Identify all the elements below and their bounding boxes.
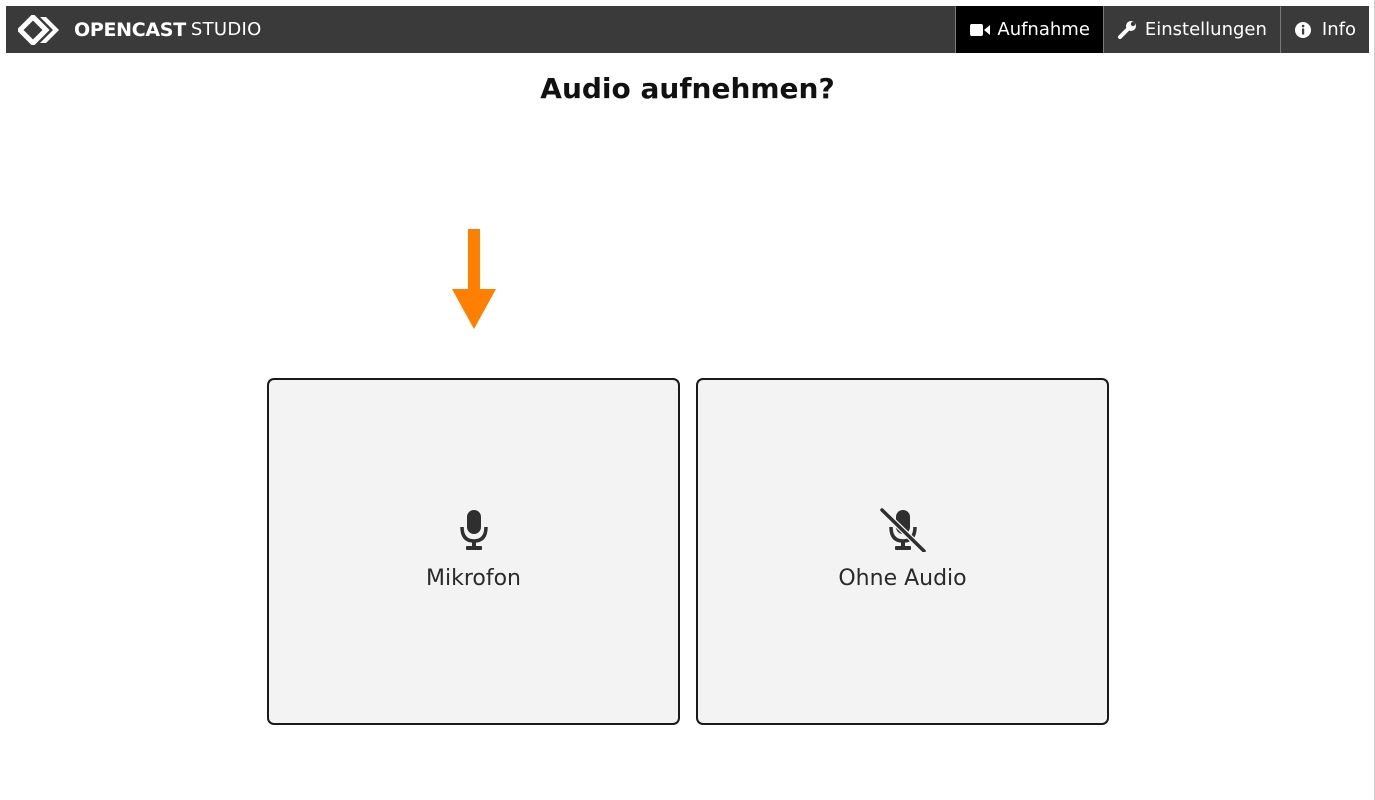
orange-down-arrow xyxy=(452,229,496,329)
option-mikrofon-button[interactable]: Mikrofon xyxy=(267,378,680,725)
brand[interactable]: OPENCAST STUDIO xyxy=(6,6,262,53)
nav-aufnahme[interactable]: Aufnahme xyxy=(955,6,1103,53)
app-window: OPENCAST STUDIO Aufnahme Einstellungen I… xyxy=(6,0,1375,800)
main-nav: Aufnahme Einstellungen Info xyxy=(955,6,1369,53)
brand-name: OPENCAST xyxy=(74,18,186,41)
opencast-logo-icon xyxy=(18,14,59,45)
nav-info-label: Info xyxy=(1321,19,1356,40)
top-navigation-bar: OPENCAST STUDIO Aufnahme Einstellungen I… xyxy=(6,6,1369,53)
nav-einstellungen-label: Einstellungen xyxy=(1144,19,1267,40)
video-camera-icon xyxy=(970,23,991,36)
option-mikrofon-label: Mikrofon xyxy=(425,566,521,591)
option-ohne-audio-button[interactable]: Ohne Audio xyxy=(696,378,1109,725)
nav-einstellungen[interactable]: Einstellungen xyxy=(1102,6,1280,53)
info-circle-icon xyxy=(1294,21,1311,38)
wrench-icon xyxy=(1117,20,1136,39)
nav-aufnahme-label: Aufnahme xyxy=(997,19,1090,40)
nav-info[interactable]: Info xyxy=(1279,6,1369,53)
microphone-icon xyxy=(459,510,488,550)
page-title: Audio aufnehmen? xyxy=(540,72,835,105)
option-ohne-audio-label: Ohne Audio xyxy=(838,566,967,591)
brand-suffix: STUDIO xyxy=(190,19,262,40)
microphone-slash-icon xyxy=(879,508,926,552)
